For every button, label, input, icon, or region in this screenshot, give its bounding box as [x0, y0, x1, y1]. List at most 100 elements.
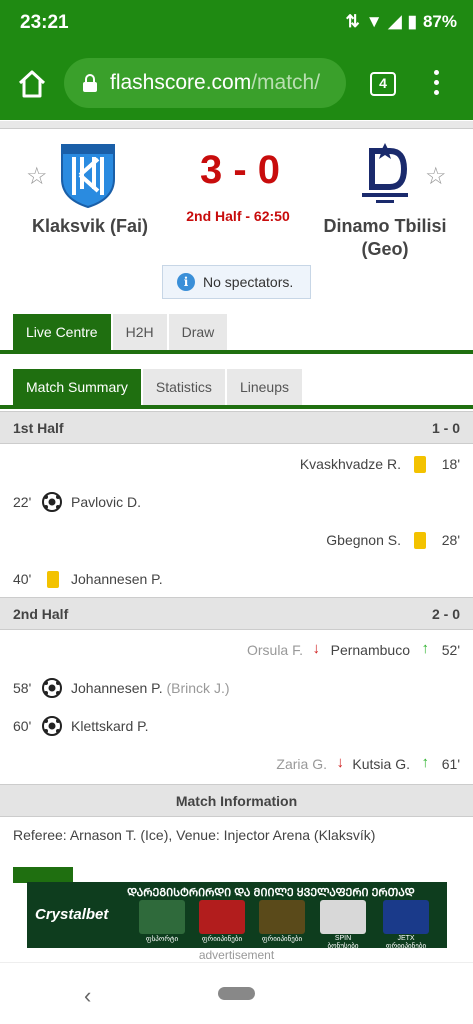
ad-tile-jetx — [383, 900, 429, 934]
event-player[interactable]: Pavlovic D. — [71, 494, 141, 510]
sub-out-arrow-icon: ↓ — [336, 754, 345, 771]
event-player[interactable]: Gbegnon S. — [326, 532, 401, 548]
match-score: 3 - 0 — [199, 148, 281, 192]
browser-toolbar: flashscore.com/match/ 4 — [0, 46, 473, 120]
event-player-name: Johannesen P. — [71, 680, 163, 696]
match-status: 2nd Half - 62:50 — [186, 208, 290, 224]
tab-statistics[interactable]: Statistics — [142, 369, 225, 405]
event-row: 58' Johannesen P. (Brinck J.) — [0, 676, 473, 700]
event-row: Orsula F. ↓ Pernambuco ↑ 52' — [0, 638, 473, 662]
favorite-away-star-icon[interactable]: ☆ — [425, 162, 447, 191]
home-pill-button[interactable] — [218, 987, 255, 1000]
away-team-name-line1: Dinamo Tbilisi — [323, 216, 447, 236]
substitution-in-player[interactable]: Kutsia G. — [352, 756, 410, 772]
ad-tile-label: JETX ფრიიპინები — [385, 935, 427, 948]
advertisement-banner[interactable]: Crystalbet ᲓᲐᲠᲔᲒᲘᲡᲢᲠᲘᲠᲓᲘ ᲓᲐ ᲛᲘᲘᲚᲔ ᲧᲕᲔᲚᲐᲤ… — [27, 882, 447, 948]
ad-tile-label: ფრიიპინები — [261, 936, 303, 943]
system-nav-bar: ‹ — [0, 962, 473, 1024]
away-team-name[interactable]: Dinamo Tbilisi (Geo) — [315, 215, 455, 261]
first-half-header: 1st Half 1 - 0 — [0, 411, 473, 444]
event-minute: 61' — [441, 756, 460, 772]
second-half-score: 2 - 0 — [431, 606, 460, 622]
away-team-name-line2: (Geo) — [361, 239, 409, 259]
event-player[interactable]: Johannesen P. — [71, 571, 163, 587]
ad-tile-label: SPIN ბონუსები — [327, 935, 359, 948]
back-chevron-icon[interactable]: ‹ — [84, 983, 91, 1009]
url-path: /match/ — [251, 71, 321, 94]
status-time: 23:21 — [20, 12, 69, 33]
signal-icon: ◢ — [388, 12, 402, 31]
odds-tab-partial[interactable] — [13, 867, 73, 883]
event-minute: 22' — [13, 494, 32, 510]
home-icon[interactable] — [16, 68, 48, 100]
home-team-name[interactable]: Klaksvik (Fai) — [20, 215, 160, 238]
event-player[interactable]: Johannesen P. (Brinck J.) — [71, 680, 230, 696]
main-tabs: Live Centre H2H Draw — [13, 314, 228, 350]
menu-icon[interactable] — [430, 70, 442, 100]
notice-text: No spectators. — [203, 274, 294, 290]
ad-label: advertisement — [198, 948, 275, 962]
tab-h2h[interactable]: H2H — [112, 314, 167, 350]
second-half-header: 2nd Half 2 - 0 — [0, 597, 473, 630]
goal-ball-icon — [42, 678, 62, 698]
tab-switcher-button[interactable]: 4 — [370, 72, 396, 96]
match-info-title: Match Information — [175, 793, 298, 809]
status-icons: ⇅ ▼ ◢ ▮ 87% — [345, 12, 457, 32]
substitution-out-player[interactable]: Zaria G. — [276, 756, 327, 772]
ad-tile-pharaoh — [259, 900, 305, 934]
sub-tabs: Match Summary Statistics Lineups — [13, 369, 302, 405]
ad-headline: ᲓᲐᲠᲔᲒᲘᲡᲢᲠᲘᲠᲓᲘ ᲓᲐ ᲛᲘᲘᲚᲔ ᲧᲕᲔᲚᲐᲤᲔᲠᲘ ᲔᲠᲗᲐᲓ — [127, 887, 415, 899]
dinamo-tbilisi-logo — [362, 143, 408, 203]
event-row: 40' Johannesen P. — [0, 567, 473, 591]
event-minute: 60' — [13, 718, 32, 734]
sub-out-arrow-icon: ↓ — [312, 640, 321, 657]
wifi-icon: ▼ — [365, 12, 383, 31]
event-minute: 18' — [441, 456, 460, 472]
ad-tile-football — [139, 900, 185, 934]
url-field[interactable]: flashscore.com/match/ — [64, 58, 346, 108]
ad-tile-dice — [320, 900, 366, 934]
tab-draw[interactable]: Draw — [168, 314, 228, 350]
favorite-home-star-icon[interactable]: ☆ — [26, 162, 48, 191]
first-half-score: 1 - 0 — [431, 420, 460, 436]
ad-tile-label: ფსპორტი — [145, 936, 179, 943]
spectators-notice: i No spectators. — [162, 265, 311, 299]
tab-match-summary[interactable]: Match Summary — [13, 369, 141, 405]
event-minute: 28' — [441, 532, 460, 548]
match-info-header: Match Information — [0, 784, 473, 817]
event-row: Zaria G. ↓ Kutsia G. ↑ 61' — [0, 752, 473, 776]
tab-live-centre[interactable]: Live Centre — [13, 314, 111, 350]
event-minute: 52' — [441, 642, 460, 658]
referee-venue-text: Referee: Arnason T. (Ice), Venue: Inject… — [13, 827, 376, 843]
substitution-out-player[interactable]: Orsula F. — [247, 642, 303, 658]
substitution-in-player[interactable]: Pernambuco — [331, 642, 410, 658]
event-player[interactable]: Kvaskhvadze R. — [300, 456, 401, 472]
event-player[interactable]: Klettskard P. — [71, 718, 149, 734]
event-row: 22' Pavlovic D. — [0, 490, 473, 514]
goal-ball-icon — [42, 716, 62, 736]
klaksvik-logo — [61, 144, 115, 209]
ad-tile-slots — [199, 900, 245, 934]
tab-lineups[interactable]: Lineups — [226, 369, 302, 405]
battery-percent: 87% — [422, 12, 457, 31]
yellow-card-icon — [47, 571, 59, 588]
url-domain: flashscore.com — [110, 71, 252, 94]
event-minute: 40' — [13, 571, 32, 587]
first-half-label: 1st Half — [13, 420, 64, 436]
event-row: 60' Klettskard P. — [0, 714, 473, 738]
sub-in-arrow-icon: ↑ — [421, 640, 430, 657]
status-bar: 23:21 ⇅ ▼ ◢ ▮ 87% — [0, 0, 473, 46]
sub-in-arrow-icon: ↑ — [421, 754, 430, 771]
event-row: Gbegnon S. 28' — [0, 528, 473, 552]
second-half-label: 2nd Half — [13, 606, 69, 622]
ad-tile-label: ფრიიპინები — [201, 936, 243, 943]
main-tabs-underline — [0, 350, 473, 354]
page-top-divider — [0, 121, 473, 129]
event-row: Kvaskhvadze R. 18' — [0, 452, 473, 476]
event-assist: (Brinck J.) — [166, 680, 230, 696]
lock-icon — [83, 74, 97, 92]
yellow-card-icon — [414, 456, 426, 473]
yellow-card-icon — [414, 532, 426, 549]
ad-brand: Crystalbet — [35, 906, 109, 923]
info-icon: i — [177, 273, 195, 291]
